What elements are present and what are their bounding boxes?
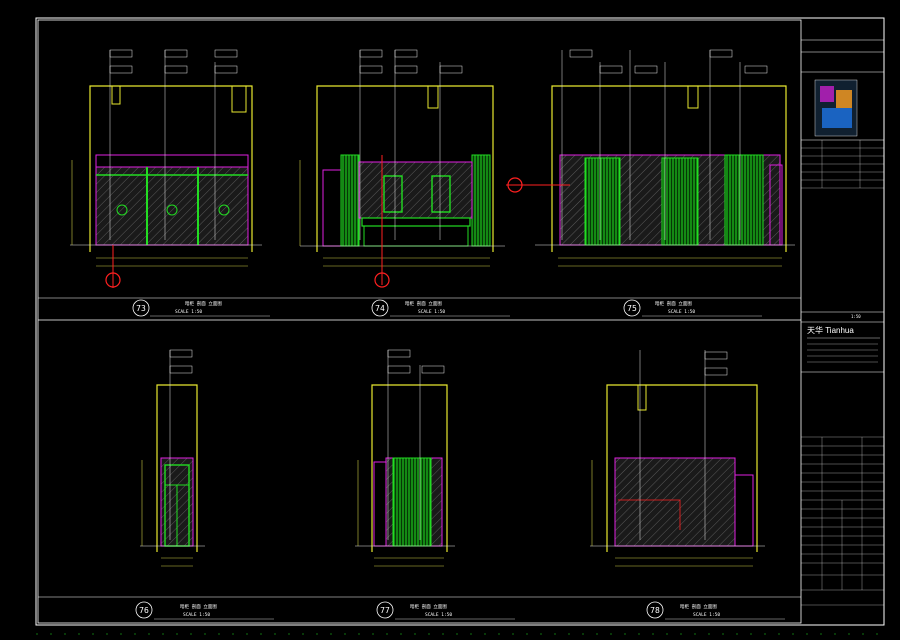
drawing-scale: SCALE 1:50 — [175, 309, 202, 315]
left-cabinet — [373, 461, 387, 547]
callout-tag — [169, 365, 193, 374]
company-logo: 天华 Tianhua — [807, 325, 854, 335]
callout-tag — [634, 65, 658, 74]
callout-tag — [387, 349, 411, 358]
callout-tag — [164, 49, 188, 58]
callout-tag — [387, 365, 411, 374]
right-panel-glass — [471, 154, 491, 247]
drawing-number: 73 — [136, 304, 146, 313]
callout-tag — [744, 65, 768, 74]
callout-tag — [394, 49, 418, 58]
left-cabinet — [322, 169, 342, 247]
cad-drawing-sheet: 73 暗柜 剖面 立面图 SCALE 1:50 74 暗柜 剖面 立面图 SCA… — [35, 17, 885, 635]
drawing-number: 75 — [627, 304, 637, 313]
drawing-number: 77 — [380, 606, 390, 615]
company-info-lines — [807, 343, 878, 363]
drawing-title: 暗柜 剖面 立面图 — [405, 300, 442, 307]
soffit — [687, 86, 699, 109]
callout-tag — [394, 65, 418, 74]
callout-tag — [421, 365, 445, 374]
drawing-title: 暗柜 剖面 立面图 — [655, 300, 692, 307]
drawing-scale: SCALE 1:50 — [693, 612, 720, 618]
callout-tag — [359, 65, 383, 74]
glass-slat-panel — [392, 457, 432, 547]
drawing-scale: SCALE 1:50 — [418, 309, 445, 315]
callout-tag — [214, 49, 238, 58]
hatched-wall — [614, 457, 736, 547]
drawing-title: 暗柜 剖面 立面图 — [410, 603, 447, 610]
drawing-title: 暗柜 剖面 立面图 — [185, 300, 222, 307]
callout-tag — [569, 49, 593, 58]
title-block: 1:50 天华 Tianhua — [801, 39, 884, 606]
callout-tag — [704, 351, 728, 360]
soffit — [111, 86, 121, 105]
drawing-title: 暗柜 剖面 立面图 — [680, 603, 717, 610]
elevation-76 — [140, 349, 205, 567]
elevation-78 — [590, 350, 765, 567]
glass-slat-panel — [724, 154, 764, 246]
vanity-counter — [361, 217, 471, 227]
drawing-number: 74 — [375, 304, 385, 313]
elevation-75 — [506, 49, 795, 267]
callout-tag — [709, 49, 733, 58]
elevation-73 — [70, 49, 262, 288]
scale-value: 1:50 — [851, 314, 861, 319]
callout-tag — [599, 65, 623, 74]
glass-slat-panel — [584, 157, 621, 246]
drawing-scale: SCALE 1:50 — [668, 309, 695, 315]
drawing-scale: SCALE 1:50 — [425, 612, 452, 618]
callout-tag — [109, 65, 133, 74]
callout-tag — [439, 65, 463, 74]
callout-tag — [169, 349, 193, 358]
drawing-number: 76 — [139, 606, 149, 615]
drawing-title: 暗柜 剖面 立面图 — [180, 603, 217, 610]
callout-tag — [164, 65, 188, 74]
drawing-scale: SCALE 1:50 — [183, 612, 210, 618]
callout-tag — [214, 65, 238, 74]
callout-tag — [704, 367, 728, 376]
cabinet-band — [95, 154, 249, 168]
revision-table — [801, 140, 884, 189]
hatched-wall — [358, 161, 473, 219]
key-plan-room — [822, 108, 852, 128]
elevation-74 — [299, 49, 505, 288]
glass-slat-panel — [661, 157, 699, 246]
callout-tag — [109, 49, 133, 58]
elevation-77 — [355, 349, 455, 567]
vanity-base — [363, 225, 469, 247]
key-plan-room — [836, 90, 852, 108]
project-info-grid — [801, 436, 884, 606]
key-plan-room — [820, 86, 834, 102]
soffit — [427, 86, 439, 109]
drawing-number: 78 — [650, 606, 660, 615]
side-cabinet — [734, 474, 754, 547]
callout-tag — [359, 49, 383, 58]
soffit — [637, 385, 647, 411]
soffit-2 — [231, 86, 247, 113]
left-panel-glass — [340, 154, 360, 247]
